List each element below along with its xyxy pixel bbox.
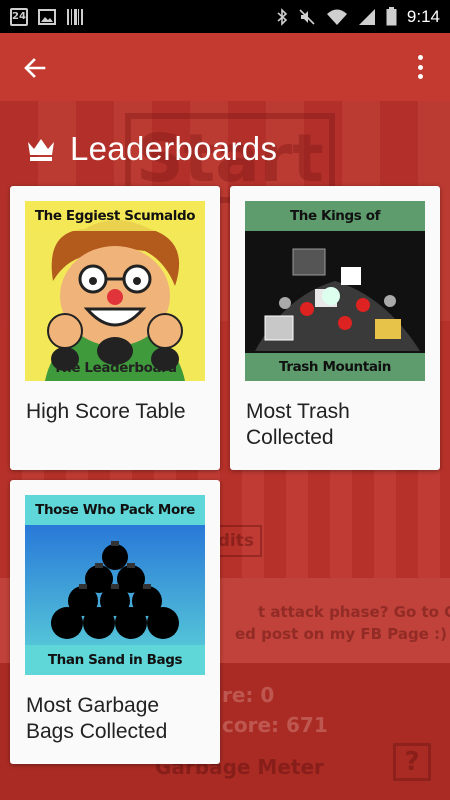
leaderboard-image-most-trash: The Kings of Trash Mountain <box>245 201 425 381</box>
leaderboard-label: High Score Table <box>26 400 186 423</box>
leaderboard-image-high-score: The Eggiest Scumaldo The Leaderboard <box>25 201 205 381</box>
image-icon <box>38 8 56 25</box>
page-title: Leaderboards <box>70 130 278 167</box>
status-bar: 24 9:14 <box>0 0 450 33</box>
bg-high-score: core: 671 <box>222 713 328 737</box>
image-bottom-text: Trash Mountain <box>279 359 391 375</box>
image-bottom-text: The Leaderboard <box>53 360 177 376</box>
image-top-text: The Eggiest Scumaldo <box>25 201 205 231</box>
bg-credits-label: dits <box>217 531 254 551</box>
bg-notice-line1: t attack phase? Go to Credits, <box>258 603 450 621</box>
leaderboard-image-most-bags: Those Who Pack More Than Sand in Bags <box>25 495 205 675</box>
crown-icon <box>28 139 54 161</box>
arrow-back-icon <box>24 58 46 78</box>
calendar-day: 24 <box>12 11 26 22</box>
bg-help-label: ? <box>404 747 420 777</box>
bg-score: re: 0 <box>222 683 275 707</box>
more-vert-dot <box>417 64 423 70</box>
bg-help-button: ? <box>393 743 431 781</box>
wifi-icon <box>326 9 347 25</box>
leaderboard-card-most-bags[interactable]: Those Who Pack More Than Sand in Bags Mo… <box>10 480 220 764</box>
barcode-icon <box>67 8 83 25</box>
image-top-text: The Kings of <box>289 208 381 224</box>
status-bar-right: 9:14 <box>276 7 440 27</box>
image-bottom-text: Than Sand in Bags <box>47 652 183 668</box>
more-vert-dot <box>417 74 423 79</box>
page-header: Leaderboards <box>26 128 277 170</box>
more-options-button[interactable] <box>405 51 435 83</box>
leaderboard-label: Most Trash Collected <box>246 400 350 449</box>
more-vert-icon <box>417 55 423 60</box>
status-bar-left: 24 <box>10 7 84 26</box>
app-bar <box>0 33 450 101</box>
bg-notice-line2: ed post on my FB Page :) <box>235 625 447 643</box>
image-top-text: Those Who Pack More <box>35 502 195 518</box>
battery-icon <box>386 7 397 26</box>
calendar-icon: 24 <box>10 7 28 26</box>
leaderboard-card-high-score[interactable]: The Eggiest Scumaldo The Leaderboard Hig… <box>10 186 220 470</box>
back-button[interactable] <box>20 53 50 83</box>
bluetooth-icon <box>277 7 288 26</box>
leaderboard-label: Most Garbage Bags Collected <box>26 694 168 743</box>
signal-icon <box>358 8 375 25</box>
mute-icon <box>299 8 315 25</box>
leaderboard-card-most-trash[interactable]: The Kings of Trash Mountain Most Trash C… <box>230 186 440 470</box>
status-time: 9:14 <box>406 6 440 26</box>
